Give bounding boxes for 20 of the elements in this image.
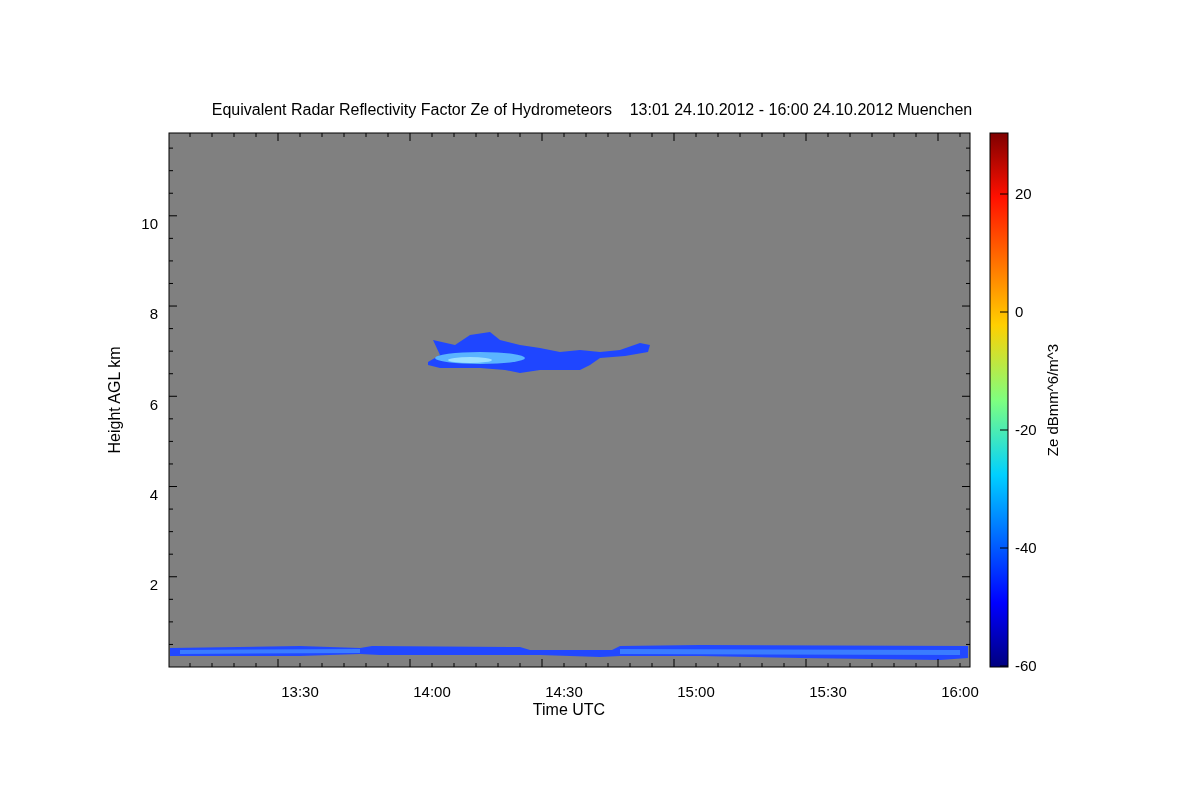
y-tick-label: 6: [149, 395, 158, 413]
x-tick-label: 14:00: [413, 683, 451, 700]
x-tick-label: 15:30: [809, 683, 847, 700]
x-tick-label: 14:30: [545, 683, 583, 700]
x-tick-label: 13:30: [281, 683, 319, 700]
colorbar-tick-label: -20: [1015, 421, 1037, 438]
x-tick-label: 16:00: [941, 683, 979, 700]
colorbar-tick-label: 20: [1015, 185, 1032, 202]
x-tick-label: 15:00: [677, 683, 715, 700]
colorbar-tick-label: 0: [1015, 303, 1024, 320]
y-tick-label: 8: [149, 305, 158, 323]
x-axis-label: Time UTC: [532, 701, 606, 718]
y-tick-label: 4: [149, 485, 158, 503]
y-axis-label: Height AGL km: [106, 346, 123, 454]
y-tick-label: 2: [149, 576, 158, 593]
colorbar-tick-label: -60: [1015, 657, 1037, 674]
colorbar-tick-label: -40: [1015, 539, 1037, 556]
y-tick-label: 10: [141, 215, 158, 232]
chart-title: Equivalent Radar Reflectivity Factor Ze of Hydrometeors 13:01 24.10.2012 - 16:00 24.10.2012 Muenchen: [211, 101, 973, 118]
colorbar-label: Ze dBmm^6/m^3: [1044, 343, 1061, 457]
